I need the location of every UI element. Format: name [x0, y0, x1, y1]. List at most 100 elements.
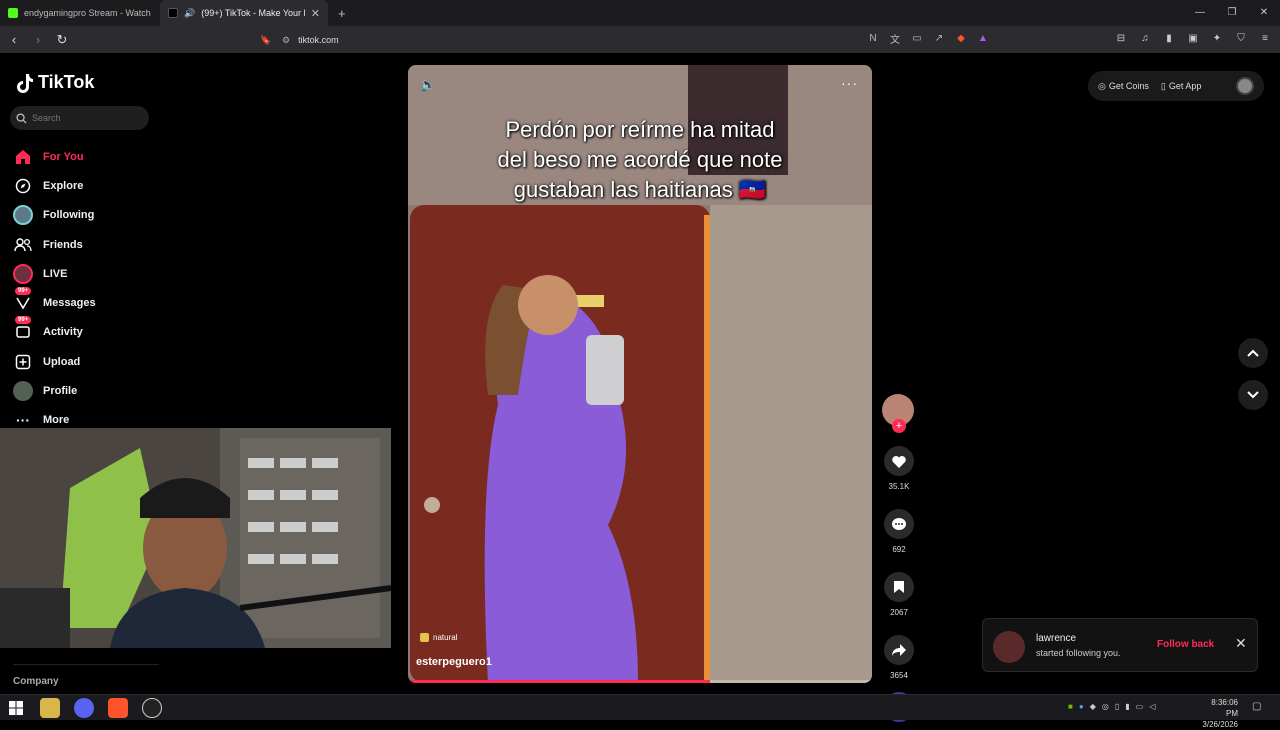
share-icon[interactable]: ↗	[932, 31, 946, 45]
close-window-button[interactable]: ✕	[1248, 0, 1280, 26]
save-action[interactable]: 2067	[882, 572, 916, 617]
company-link[interactable]: Company	[13, 676, 59, 687]
sidebar-item-explore[interactable]: Explore	[13, 171, 173, 200]
minimize-button[interactable]: —	[1184, 0, 1216, 26]
sidebar-item-friends[interactable]: Friends	[13, 230, 173, 259]
video-player[interactable]: Perdón por reírme ha mitad del beso me a…	[408, 65, 872, 683]
steam-icon[interactable]: ◎	[1102, 702, 1109, 711]
file-explorer-icon[interactable]	[40, 698, 60, 718]
bookmark-icon[interactable]	[884, 572, 914, 602]
caption-line: gustaban las haitianas 🇭🇹	[513, 177, 767, 202]
site-info-icon[interactable]: ⚙	[282, 35, 290, 46]
address-bar[interactable]: 🔖 ⚙ tiktok.com	[260, 30, 339, 50]
browser-tabstrip: endygamingpro Stream - Watch Live 🔊 (99+…	[0, 0, 1280, 26]
sidebar-item-live[interactable]: LIVE	[13, 259, 173, 288]
action-rail: + 35.1K 692 2067 3654	[882, 394, 916, 722]
clock-time: 8:36:06 PM	[1211, 698, 1238, 718]
no-tracking-icon[interactable]: N	[866, 31, 880, 45]
share-arrow-icon[interactable]	[884, 635, 914, 665]
video-tag[interactable]: natural	[420, 633, 457, 642]
reload-icon[interactable]: ↻	[52, 32, 72, 48]
tab-search-icon[interactable]: ⊟	[1114, 31, 1128, 45]
brave-rewards-icon[interactable]: ▲	[976, 31, 990, 45]
leo-ai-icon[interactable]: ✦	[1210, 31, 1224, 45]
bluetooth-icon[interactable]: ●	[1079, 702, 1084, 711]
microphone-icon[interactable]: ▮	[1125, 702, 1129, 711]
speaker-icon[interactable]: ◁	[1149, 702, 1155, 711]
follower-name[interactable]: lawrence	[1036, 633, 1076, 644]
discord-tray-icon[interactable]: ◆	[1090, 702, 1096, 711]
vpn-icon[interactable]: ⛉	[1234, 31, 1248, 45]
tab-title: endygamingpro Stream - Watch Live	[24, 8, 152, 18]
restore-button[interactable]: ❐	[1216, 0, 1248, 26]
sidebar-item-profile[interactable]: Profile	[13, 376, 173, 405]
more-options-icon[interactable]: ···	[841, 75, 858, 91]
tag-icon	[420, 633, 429, 642]
usb-icon[interactable]: ▯	[1115, 702, 1119, 711]
tiktok-logo[interactable]: TikTok	[16, 72, 94, 93]
address-bar-icons: N 文 ▭ ↗ ◆ ▲	[866, 31, 990, 46]
follow-back-button[interactable]: Follow back	[1157, 639, 1214, 650]
sidebar-item-upload[interactable]: Upload	[13, 347, 173, 376]
windows-start-icon[interactable]	[6, 698, 26, 718]
taskbar-clock[interactable]: 8:36:06 PM 3/26/2026	[1198, 697, 1238, 730]
sidebar-item-label: More	[43, 414, 70, 427]
search-input[interactable]	[32, 113, 132, 123]
discord-icon[interactable]	[74, 698, 94, 718]
activity-badge: 99+	[15, 316, 32, 325]
url-text[interactable]: tiktok.com	[298, 35, 339, 45]
network-icon[interactable]: ▭	[1136, 702, 1144, 711]
top-right-bar: ◎ Get Coins ▯ Get App	[1088, 71, 1264, 101]
sidebar-item-following[interactable]: Following	[13, 201, 173, 230]
user-avatar[interactable]	[1236, 77, 1254, 95]
sidebar-item-for-you[interactable]: For You	[13, 142, 173, 171]
close-icon[interactable]: ✕	[1235, 635, 1247, 652]
follower-avatar[interactable]	[993, 631, 1025, 663]
menu-icon[interactable]: ≡	[1258, 31, 1272, 45]
sidebar-item-label: Explore	[43, 179, 84, 192]
sidebar-icon[interactable]: ▮	[1162, 31, 1176, 45]
video-author[interactable]: esterpeguero1	[416, 656, 492, 668]
heart-icon[interactable]	[884, 446, 914, 476]
back-icon[interactable]: ‹	[4, 32, 24, 47]
cast-icon[interactable]: ▭	[910, 31, 924, 45]
follow-plus-icon[interactable]: +	[892, 419, 906, 433]
new-tab-button[interactable]: +	[338, 6, 346, 21]
like-action[interactable]: 35.1K	[882, 446, 916, 491]
phone-icon: ▯	[1160, 80, 1166, 91]
volume-icon[interactable]: 🔈	[420, 77, 436, 93]
notification-center-icon[interactable]: ▢	[1252, 701, 1261, 712]
chevron-down-icon	[1247, 391, 1259, 399]
webcam-image	[0, 428, 391, 648]
comment-count: 692	[892, 545, 906, 554]
get-app-button[interactable]: ▯ Get App	[1161, 81, 1201, 92]
get-coins-button[interactable]: ◎ Get Coins	[1098, 81, 1149, 92]
chevron-up-icon	[1247, 349, 1259, 357]
obs-icon[interactable]	[142, 698, 162, 718]
previous-video-button[interactable]	[1238, 338, 1268, 368]
brave-shields-icon[interactable]: ◆	[954, 31, 968, 45]
forward-icon[interactable]: ›	[28, 32, 48, 47]
close-tab-icon[interactable]: ✕	[311, 7, 320, 20]
comment-action[interactable]: 692	[882, 509, 916, 554]
next-video-button[interactable]	[1238, 380, 1268, 410]
tab-tiktok[interactable]: 🔊 (99+) TikTok - Make Your Day ✕	[160, 0, 328, 26]
wallet-icon[interactable]: ▣	[1186, 31, 1200, 45]
sidebar-item-label: LIVE	[43, 267, 68, 280]
sidebar-item-messages[interactable]: 99+ Messages	[13, 287, 173, 317]
sidebar-item-activity[interactable]: 99+ Activity	[13, 316, 173, 347]
video-progress-bar[interactable]	[408, 680, 872, 683]
share-action[interactable]: 3654	[882, 635, 916, 680]
search-box[interactable]	[10, 106, 149, 130]
nvidia-icon[interactable]: ■	[1068, 702, 1073, 711]
sidebar-item-label: Upload	[43, 355, 81, 368]
translate-icon[interactable]: 文	[888, 31, 902, 46]
brave-browser-icon[interactable]	[108, 698, 128, 718]
tab-kick-stream[interactable]: endygamingpro Stream - Watch Live	[0, 0, 160, 26]
comment-icon[interactable]	[884, 509, 914, 539]
media-icon[interactable]: ♫	[1138, 31, 1152, 45]
bookmark-icon[interactable]: 🔖	[260, 35, 271, 46]
sidebar-item-label: Profile	[43, 385, 78, 398]
logo-text: TikTok	[38, 72, 95, 92]
creator-avatar[interactable]: +	[882, 394, 914, 433]
